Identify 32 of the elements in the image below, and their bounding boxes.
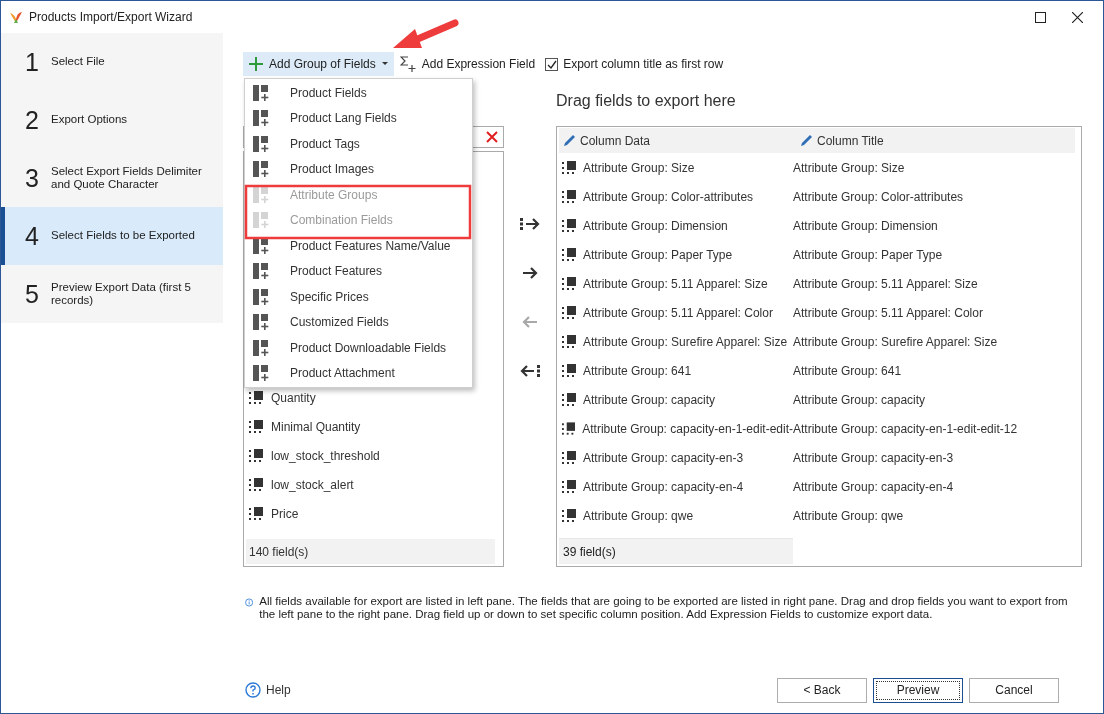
table-cell: Attribute Group: Paper Type	[793, 247, 943, 262]
table-cell: Attribute Group: capacity	[793, 392, 926, 407]
field-count: 140 field(s)	[246, 539, 495, 564]
table-cell: Attribute Group: 5.11 Apparel: Size	[559, 276, 793, 291]
table-cell: Attribute Group: 641	[559, 363, 793, 378]
table-cell: Attribute Group: qwe	[559, 508, 793, 523]
table-cell: Attribute Group: 5.11 Apparel: Color	[559, 305, 793, 320]
window-title: Products Import/Export Wizard	[29, 10, 193, 24]
table-cell: Attribute Group: Dimension	[793, 218, 938, 233]
table-cell: Attribute Group: capacity-en-1-edit-edit-	[559, 421, 793, 436]
table-cell: Attribute Group: Dimension	[559, 218, 793, 233]
table-cell: Attribute Group: Color-attributes	[559, 189, 793, 204]
table-cell: Attribute Group: capacity-en-1-edit-edit-12	[793, 421, 1018, 436]
info-text: All fields available for export are listed in left pane. The fields that are going to be exported are listed in right pane. Drag and drop fields you want to export from the left pane to the right pane. Drag field up or down to set specific column position. Add Expression Fields to customize export data.	[259, 595, 1069, 621]
table-cell: Attribute Group: Size	[559, 160, 793, 175]
table-cell: Attribute Group: Paper Type	[559, 247, 793, 262]
drop-area-heading: Drag fields to export here	[556, 91, 737, 111]
table-cell: Attribute Group: 5.11 Apparel: Color	[793, 305, 983, 320]
field-count: 39 field(s)	[559, 538, 793, 564]
table-cell: Attribute Group: capacity-en-4	[559, 479, 793, 494]
table-cell: Attribute Group: Size	[793, 160, 905, 175]
table-cell: Attribute Group: Surefire Apparel: Size	[793, 334, 998, 349]
table-cell: Attribute Group: Color-attributes	[793, 189, 964, 204]
table-cell: Attribute Group: capacity	[559, 392, 793, 407]
table-cell: Attribute Group: 641	[793, 363, 902, 378]
table-cell: Attribute Group: capacity-en-3	[559, 450, 793, 465]
checkbox-label: Export column title as first row	[563, 57, 724, 71]
table-cell: Attribute Group: capacity-en-4	[793, 479, 954, 494]
table-cell: Attribute Group: capacity-en-3	[793, 450, 954, 465]
table-cell: Attribute Group: qwe	[793, 508, 904, 523]
table-cell: Attribute Group: Surefire Apparel: Size	[559, 334, 793, 349]
table-cell: Attribute Group: 5.11 Apparel: Size	[793, 276, 978, 291]
